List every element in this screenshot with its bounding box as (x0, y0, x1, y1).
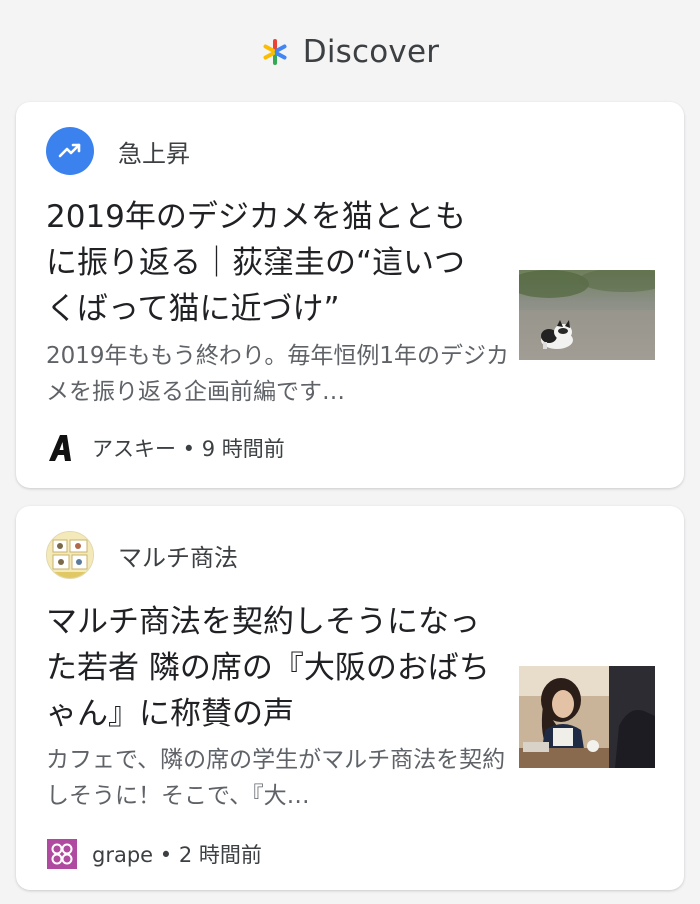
manga-thumbnail-icon (46, 531, 94, 579)
card-source-row: grape • 2 時間前 (46, 838, 262, 870)
card-snippet: カフェで、隣の席の学生がマルチ商法を契約しそうに！そこで、『大… (46, 747, 506, 809)
discover-asterisk-icon (263, 39, 287, 65)
cat-photo-thumbnail[interactable] (519, 270, 655, 360)
discover-title: Discover (302, 34, 440, 70)
card-time: 9 時間前 (201, 437, 285, 461)
news-card[interactable]: マルチ商法 マルチ商法を契約しそうになった若者 隣の席の『大阪のおばちゃん』に称… (16, 506, 684, 890)
card-topic-row[interactable]: マルチ商法 (46, 531, 238, 579)
card-topic-label: 急上昇 (118, 139, 190, 168)
grape-logo-icon (46, 838, 78, 870)
news-card[interactable]: 急上昇 2019年のデジカメを猫とともに振り返る｜荻窪圭の“這いつくばって猫に近… (16, 102, 684, 488)
card-time: 2 時間前 (178, 843, 262, 867)
discover-header-inner: Discover (261, 34, 439, 70)
card-source-meta: grape • 2 時間前 (92, 843, 262, 867)
discover-header: Discover (0, 0, 700, 100)
card-source-name: アスキー (92, 437, 176, 461)
cafe-women-photo-thumbnail[interactable] (519, 666, 655, 768)
card-source-meta: アスキー • 9 時間前 (92, 437, 285, 461)
card-source-name: grape (92, 843, 154, 867)
card-title[interactable]: マルチ商法を契約しそうになった若者 隣の席の『大阪のおばちゃん』に称賛の声 (46, 599, 492, 737)
card-source-row: アスキー • 9 時間前 (46, 432, 285, 464)
card-topic-row[interactable]: 急上昇 (46, 127, 190, 175)
card-topic-label: マルチ商法 (118, 543, 238, 572)
trending-up-icon (46, 127, 94, 175)
card-snippet: 2019年ももう終わり。毎年恒例1年のデジカメを振り返る企画前編です… (46, 343, 510, 405)
ascii-logo-icon (46, 432, 78, 464)
card-title[interactable]: 2019年のデジカメを猫とともに振り返る｜荻窪圭の“這いつくばって猫に近づけ” (46, 194, 492, 332)
